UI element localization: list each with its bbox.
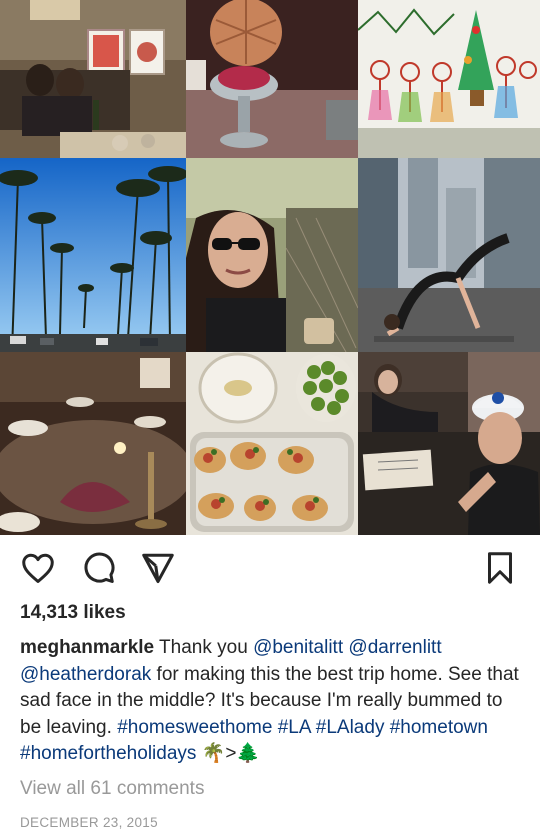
comment-icon[interactable]: [78, 548, 118, 588]
bookmark-icon[interactable]: [480, 548, 520, 588]
photo-waffle-dessert: [186, 0, 358, 158]
like-count[interactable]: 14,313 likes: [20, 602, 126, 624]
photo-girls-at-table: [358, 352, 540, 535]
hashtag-link[interactable]: #homesweethome: [117, 717, 272, 738]
post-caption: meghanmarkle Thank you @benitalitt @darr…: [20, 635, 526, 768]
hashtag-link[interactable]: #LA: [278, 717, 311, 738]
mention-link[interactable]: @benitalitt: [253, 637, 343, 658]
hashtag-link[interactable]: #homefortheholidays: [20, 743, 196, 764]
photo-child-drawing: [358, 0, 540, 158]
photo-friends-on-couch: [0, 0, 186, 158]
mention-link[interactable]: @heatherdorak: [20, 664, 151, 685]
view-all-comments-link[interactable]: View all 61 comments: [20, 778, 204, 800]
post-action-bar: [0, 548, 540, 592]
photo-palm-trees-street: [0, 158, 186, 352]
hashtag-link[interactable]: #LAlady: [316, 717, 385, 738]
emoji-text: 🌴>🌲: [196, 743, 261, 764]
hashtag-link[interactable]: #hometown: [390, 717, 488, 738]
username-link[interactable]: meghanmarkle: [20, 637, 154, 658]
heart-icon[interactable]: [18, 548, 58, 588]
photo-food-platter: [186, 352, 358, 535]
post-date: DECEMBER 23, 2015: [20, 815, 158, 830]
caption-text: Thank you: [154, 637, 254, 658]
mention-link[interactable]: @darrenlitt: [348, 637, 441, 658]
share-icon[interactable]: [138, 548, 178, 588]
photo-yoga-pose: [358, 158, 540, 352]
photo-dinner-table: [0, 352, 186, 535]
photo-collage[interactable]: [0, 0, 540, 535]
photo-sunglasses-selfie: [186, 158, 358, 352]
